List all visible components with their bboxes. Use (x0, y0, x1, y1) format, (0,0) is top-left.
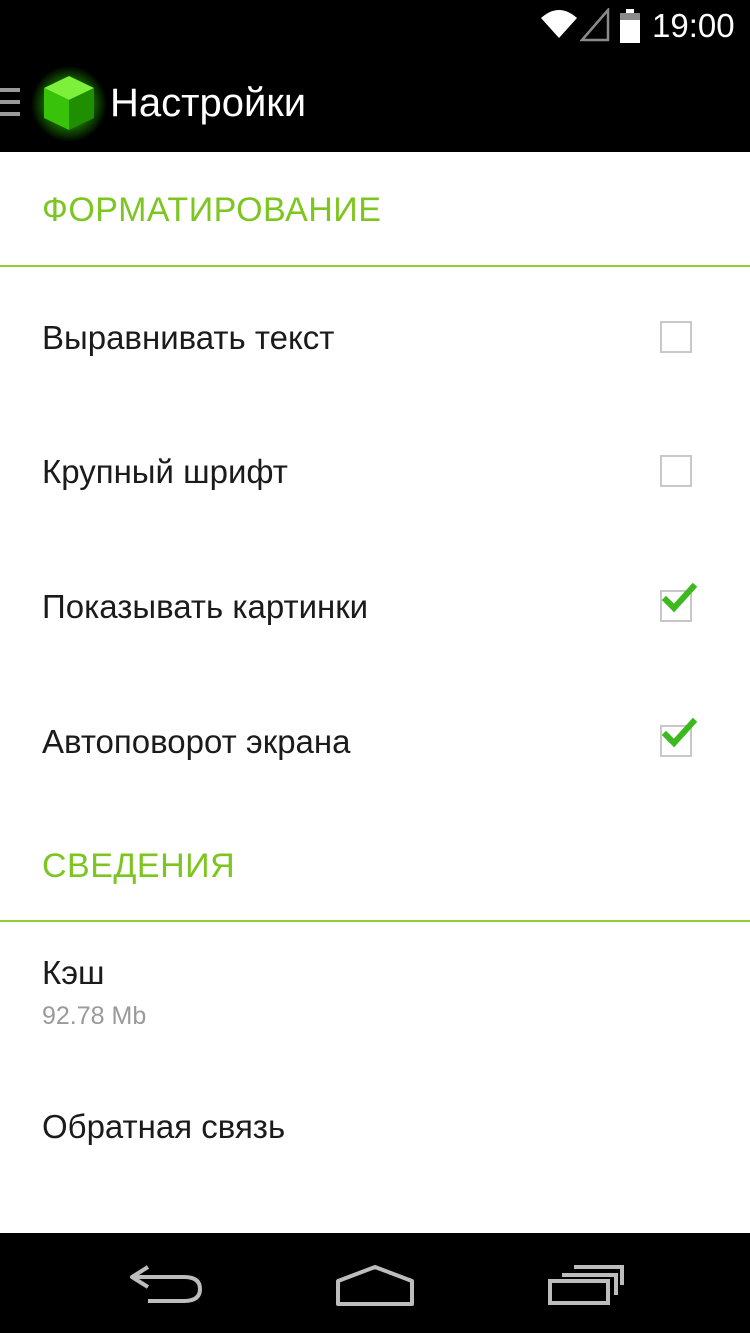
show-images-checkbox[interactable] (660, 582, 698, 622)
pref-cache[interactable]: Кэш 92.78 Mb (0, 923, 750, 1057)
section-header-formatting: ФОРМАТИРОВАНИЕ (42, 191, 382, 229)
recent-apps-icon[interactable] (546, 1263, 626, 1305)
action-bar: Настройки (0, 52, 750, 152)
justify-text-checkbox[interactable] (660, 321, 692, 353)
auto-rotate-checkbox[interactable] (660, 717, 698, 757)
pref-title: Автоповорот экрана (42, 723, 351, 760)
checkmark-icon (661, 582, 698, 613)
pref-large-font[interactable]: Крупный шрифт (0, 402, 750, 536)
section-header-info: СВЕДЕНИЯ (42, 847, 236, 885)
status-clock: 19:00 (652, 7, 735, 44)
pref-title: Крупный шрифт (42, 453, 288, 490)
pref-title: Обратная связь (42, 1108, 286, 1145)
pref-feedback[interactable]: Обратная связь (0, 1057, 750, 1191)
large-font-checkbox[interactable] (660, 455, 692, 487)
drawer-icon[interactable] (0, 86, 22, 118)
battery-icon (620, 9, 640, 43)
pref-title: Показывать картинки (42, 588, 369, 625)
settings-screen: 19:00 Настройки ФОРМАТИРОВАНИЕ Выравнива… (0, 0, 750, 1333)
back-icon[interactable] (126, 1263, 206, 1303)
pref-auto-rotate[interactable]: Автоповорот экрана (0, 670, 750, 804)
pref-title: Кэш (42, 954, 105, 991)
navigation-bar (0, 1233, 750, 1333)
section-divider (0, 920, 750, 922)
pref-title: Выравнивать текст (42, 319, 335, 356)
pref-show-images[interactable]: Показывать картинки (0, 536, 750, 670)
pref-justify-text[interactable]: Выравнивать текст (0, 268, 750, 402)
signal-icon (580, 8, 610, 42)
cache-size: 92.78 Mb (42, 1002, 147, 1030)
status-bar: 19:00 (0, 0, 750, 52)
section-divider (0, 265, 750, 267)
page-title: Настройки (110, 81, 307, 125)
wifi-icon (541, 10, 577, 38)
checkmark-icon (661, 717, 698, 748)
home-icon[interactable] (334, 1265, 416, 1307)
settings-list: ФОРМАТИРОВАНИЕ Выравнивать текст Крупный… (0, 152, 750, 1233)
app-logo-icon[interactable] (30, 64, 108, 142)
